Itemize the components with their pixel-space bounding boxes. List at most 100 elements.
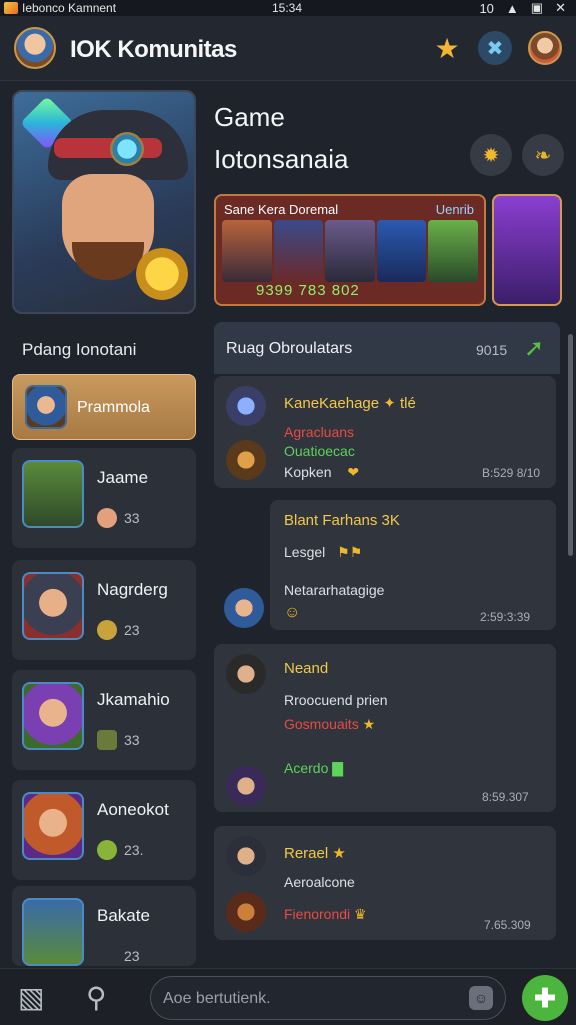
hero-beard xyxy=(72,242,144,280)
message-input[interactable]: Aoe bertutienk. ☺ xyxy=(150,976,506,1020)
message-line: Lesgel ⚑⚑ xyxy=(284,544,362,561)
sidebar-item-label: Jaame xyxy=(97,468,149,487)
emoji-icon: ☺ xyxy=(284,604,301,621)
sidebar-item-count: 23. xyxy=(124,842,144,858)
message-title: Rerael ★ xyxy=(284,844,346,862)
sidebar-item-count: 23 xyxy=(124,948,140,964)
emoji-picker-icon[interactable]: ☺ xyxy=(469,986,493,1010)
chat-message[interactable]: Neand Rroocuend prien Gosmouaits ★ Acerd… xyxy=(214,644,556,812)
community-avatar[interactable] xyxy=(14,27,56,69)
emoji-icon: ⚑⚑ xyxy=(337,544,363,560)
sidebar-item-label: Nagrderg xyxy=(97,580,168,599)
message-line-text: Gosmouaits xyxy=(284,716,359,732)
sun-icon[interactable]: ✹ xyxy=(470,134,512,176)
game-banner[interactable]: Sane Kera Doremal Uenrib 9399 783 802 xyxy=(214,194,486,306)
message-title-text: KaneKaehage xyxy=(284,395,380,412)
character-art xyxy=(376,220,427,282)
avatar xyxy=(226,766,266,806)
add-button[interactable]: ✚ xyxy=(522,975,568,1021)
emoji-icon: ❤ xyxy=(347,464,360,480)
message-time: 7.65.309 xyxy=(484,918,531,932)
avatar xyxy=(22,460,84,528)
face-icon xyxy=(97,508,117,528)
app-header: IOK Komunitas ★ ✖ xyxy=(0,16,576,81)
sidebar-item-count: 23 xyxy=(124,622,140,638)
box-icon: ▣ xyxy=(530,0,544,15)
tool-icon[interactable]: ✖ xyxy=(478,31,512,65)
panel-title: Ruag Obroulatars xyxy=(226,340,353,357)
game-title: Game Iotonsanaia xyxy=(214,96,348,180)
banner-numbers: 9399 783 802 xyxy=(256,282,360,299)
coin-icon xyxy=(97,620,117,640)
sidebar-item-label: Jkamahio xyxy=(97,690,170,709)
close-icon[interactable]: ✕ xyxy=(555,0,566,16)
goggle-icon xyxy=(110,132,144,166)
crown-icon: ♛ xyxy=(354,906,367,922)
status-time: 15:34 xyxy=(272,1,303,15)
status-icons: 10 ▲ ▣ ✕ xyxy=(479,0,566,16)
sidebar-item[interactable]: Jkamahio 33 xyxy=(12,670,196,770)
status-app: Iebonco Kamnent xyxy=(4,1,116,15)
sidebar-item[interactable]: Bakate 23 xyxy=(12,886,196,966)
avatar xyxy=(226,836,266,876)
message-line-text: Acerdo xyxy=(284,760,329,776)
game-title-line1: Game xyxy=(214,102,285,132)
message-line: Fienorondi ♛ xyxy=(284,906,367,923)
star-icon[interactable]: ★ xyxy=(430,31,464,65)
character-art xyxy=(428,220,478,282)
sidebar-item[interactable]: Nagrderg 23 xyxy=(12,560,196,660)
character-art xyxy=(325,220,375,282)
status-app-name: Iebonco Kamnent xyxy=(22,1,117,15)
message-line: Acerdo ▇ xyxy=(284,760,343,777)
message-time: 2:59:3:39 xyxy=(480,610,531,624)
avatar xyxy=(224,588,264,628)
message-line: Netararhatagige xyxy=(284,582,385,598)
game-title-line2: Iotonsanaia xyxy=(214,144,349,174)
star-icon: ★ xyxy=(332,845,346,862)
message-title: KaneKaehage ✦ tlé xyxy=(284,394,416,412)
chat-message[interactable]: Blant Farhans 3K Lesgel ⚑⚑ Netararhatagi… xyxy=(270,500,556,630)
avatar xyxy=(22,572,84,640)
sidebar-section-label: Pdang Ionotani xyxy=(22,340,137,359)
chart-icon: ▇ xyxy=(332,760,344,776)
bottom-bar: ▧ ⚲ Aoe bertutienk. ☺ ✚ xyxy=(0,968,576,1025)
character-art xyxy=(273,220,324,282)
chat-panel-header: Ruag Obroulatars 9015 ➚ xyxy=(214,322,560,374)
leaf-icon xyxy=(97,840,117,860)
hero-band xyxy=(54,138,162,158)
profile-avatar[interactable] xyxy=(528,31,562,65)
wifi-icon: ▲ xyxy=(505,0,519,16)
sidebar-item[interactable]: Jaame 33 xyxy=(12,448,196,548)
hero-portrait[interactable] xyxy=(12,90,196,314)
arrow-icon[interactable]: ➚ xyxy=(524,334,544,363)
sidebar-item[interactable]: Aoneokot 23. xyxy=(12,780,196,880)
message-line: Gosmouaits ★ xyxy=(284,716,375,733)
message-line: Kopken ❤ xyxy=(284,464,359,481)
banner-tag: Uenrib xyxy=(435,202,474,217)
message-title-text: Rerael xyxy=(284,845,329,862)
scrollbar[interactable] xyxy=(568,334,573,556)
message-line-text: Fienorondi xyxy=(284,906,351,922)
avatar xyxy=(22,898,84,966)
featured-card[interactable] xyxy=(492,194,562,306)
message-title-suffix: tlé xyxy=(400,395,416,412)
chat-message[interactable]: Rerael ★ Aeroalcone Fienorondi ♛ 7.65.30… xyxy=(214,826,556,940)
sidebar-item-count: 33 xyxy=(124,732,140,748)
coin-icon xyxy=(136,248,188,300)
message-line: Aeroalcone xyxy=(284,874,355,890)
message-time: 8:59.307 xyxy=(482,790,529,804)
character-art xyxy=(222,220,272,282)
avatar xyxy=(226,654,266,694)
app-icon xyxy=(4,2,18,14)
search-icon[interactable]: ⚲ xyxy=(86,981,107,1014)
message-line: Agracluans xyxy=(284,424,355,440)
avatar xyxy=(22,682,84,750)
banner-title: Sane Kera Doremal xyxy=(224,202,339,217)
status-bar: Iebonco Kamnent 15:34 10 ▲ ▣ ✕ xyxy=(0,0,576,16)
chat-message[interactable]: KaneKaehage ✦ tlé Agracluans Ouatioecac … xyxy=(214,376,556,488)
avatar xyxy=(226,440,266,480)
banner-characters xyxy=(222,220,478,282)
book-icon[interactable]: ▧ xyxy=(18,981,44,1014)
sidebar-item-active[interactable]: Prammola xyxy=(12,374,196,440)
leaf-icon[interactable]: ❧ xyxy=(522,134,564,176)
